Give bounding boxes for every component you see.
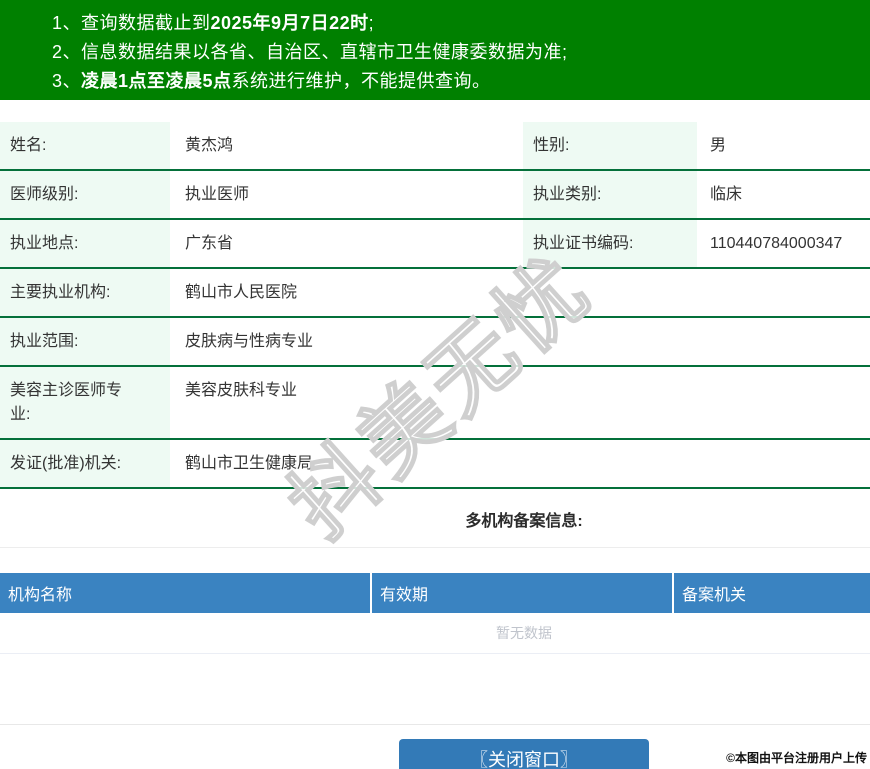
notice-text-bold: 凌晨1点至凌晨5点 [81, 71, 232, 91]
table-row-main-institution: 主要执业机构: 鹤山市人民医院 [0, 269, 870, 318]
notice-text-bold: 2025年9月7日22时 [210, 13, 369, 33]
license-query-result-page: 1、查询数据截止到2025年9月7日22时; 2、信息数据结果以各省、自治区、直… [0, 0, 870, 769]
notice-banner: 1、查询数据截止到2025年9月7日22时; 2、信息数据结果以各省、自治区、直… [0, 0, 870, 100]
notice-number: 1、 [52, 13, 82, 33]
notice-text: 系统进行维护，不能提供查询。 [231, 71, 491, 91]
field-label-gender: 性别: [523, 122, 697, 169]
field-label-cosmetic-specialty: 美容主诊医师专业: [0, 367, 170, 438]
table-row-issuing-authority: 发证(批准)机关: 鹤山市卫生健康局 [0, 440, 870, 489]
field-value-name: 黄杰鸿 [185, 137, 234, 154]
content-container: 1、查询数据截止到2025年9月7日22时; 2、信息数据结果以各省、自治区、直… [0, 0, 870, 769]
header-cell-institution-name: 机构名称 [0, 573, 372, 613]
table-row-practice-scope: 执业范围: 皮肤病与性病专业 [0, 318, 870, 367]
table-row-level-category: 医师级别: 执业医师 执业类别: 临床 [0, 171, 870, 220]
notice-text: 查询数据截止到 [81, 13, 211, 33]
section-title: 多机构备案信息: [465, 513, 583, 530]
field-value-certificate-number: 110440784000347 [710, 235, 843, 252]
practitioner-info-table: 姓名: 黄杰鸿 性别: 男 医师级别: 执业医师 执业类别: 临床 执业地点: … [0, 122, 870, 489]
records-section-header: 多机构备案信息: [0, 489, 870, 548]
field-label-certificate-number: 执业证书编码: [523, 220, 697, 267]
field-value-main-institution: 鹤山市人民医院 [185, 284, 298, 301]
notice-number: 2、 [52, 42, 82, 62]
field-label-practice-location: 执业地点: [0, 220, 170, 267]
notice-line-2: 2、信息数据结果以各省、自治区、直辖市卫生健康委数据为准; [52, 38, 870, 67]
field-value-practice-category: 临床 [710, 186, 743, 203]
field-label-name: 姓名: [0, 122, 170, 169]
records-table: 机构名称 有效期 备案机关 暂无数据 [0, 573, 870, 725]
table-row-location-certificate: 执业地点: 广东省 执业证书编码: 110440784000347 [0, 220, 870, 269]
field-label-main-institution: 主要执业机构: [0, 269, 170, 316]
notice-number: 3、 [52, 71, 82, 91]
notice-text: 信息数据结果以各省、自治区、直辖市卫生健康委数据为准; [81, 42, 568, 62]
field-value-gender: 男 [710, 137, 727, 154]
field-value-issuing-authority: 鹤山市卫生健康局 [185, 455, 314, 472]
field-label-doctor-level: 医师级别: [0, 171, 170, 218]
header-cell-validity-period: 有效期 [372, 573, 674, 613]
notice-line-3: 3、凌晨1点至凌晨5点系统进行维护，不能提供查询。 [52, 67, 870, 96]
empty-state-text: 暂无数据 [0, 613, 870, 654]
field-value-practice-location: 广东省 [185, 235, 234, 252]
notice-line-1: 1、查询数据截止到2025年9月7日22时; [52, 9, 870, 38]
header-cell-record-authority: 备案机关 [682, 587, 747, 604]
close-window-button[interactable]: 〖关闭窗口〗 [399, 739, 649, 769]
field-label-issuing-authority: 发证(批准)机关: [0, 440, 170, 487]
field-value-cosmetic-specialty: 美容皮肤科专业 [185, 382, 298, 399]
field-value-practice-scope: 皮肤病与性病专业 [185, 333, 314, 350]
attribution-watermark: ©本图由平台注册用户上传 [726, 751, 867, 765]
notice-text: ; [368, 13, 375, 33]
field-label-practice-scope: 执业范围: [0, 318, 170, 365]
table-footer-spacer [0, 654, 870, 725]
table-row-name-gender: 姓名: 黄杰鸿 性别: 男 [0, 122, 870, 171]
field-label-practice-category: 执业类别: [523, 171, 697, 218]
field-value-doctor-level: 执业医师 [185, 186, 250, 203]
table-row-cosmetic-specialty: 美容主诊医师专业: 美容皮肤科专业 [0, 367, 870, 440]
records-table-header: 机构名称 有效期 备案机关 [0, 573, 870, 613]
